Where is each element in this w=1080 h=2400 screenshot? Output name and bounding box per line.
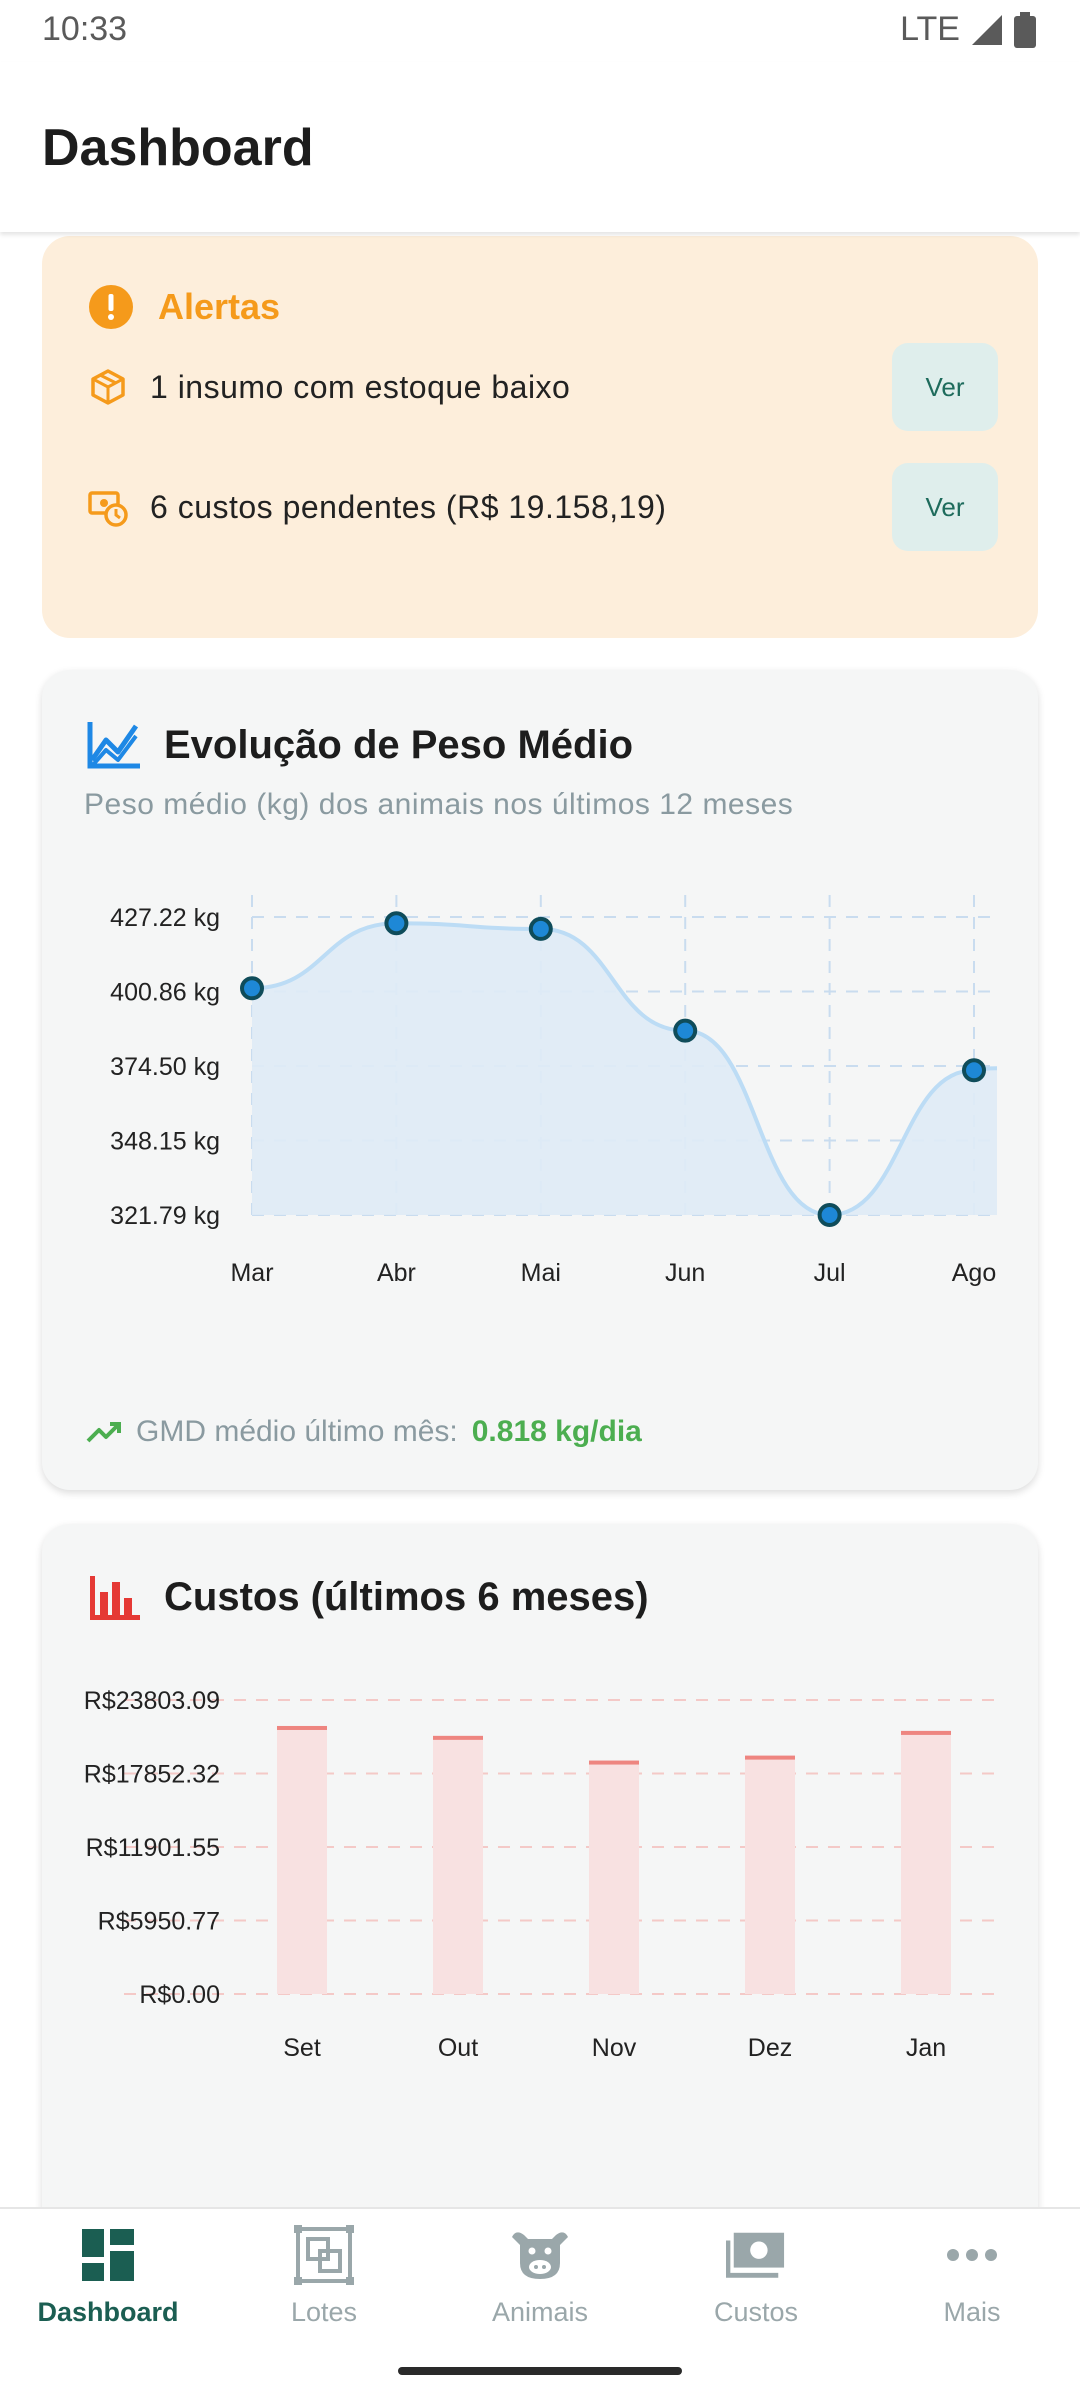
- alert-circle-icon: [89, 285, 133, 329]
- costs-card-title: Custos (últimos 6 meses): [164, 1574, 649, 1619]
- gmd-value: 0.818 kg/dia: [471, 1415, 642, 1448]
- bar: [433, 1735, 483, 1994]
- weight-evolution-card: Evolução de Peso Médio Peso médio (kg) d…: [42, 670, 1038, 1490]
- nav-dashboard[interactable]: Dashboard: [0, 2225, 216, 2365]
- view-low-stock-button[interactable]: Ver: [892, 343, 998, 431]
- bar-top: [745, 1755, 795, 1760]
- page-title: Dashboard: [42, 119, 314, 177]
- y-tick-label: 321.79 kg: [110, 1202, 220, 1230]
- y-tick-label: R$11901.55: [86, 1834, 220, 1862]
- weight-card-title: Evolução de Peso Médio: [164, 722, 634, 767]
- signal-icon: [972, 14, 1002, 45]
- data-point: [384, 911, 409, 936]
- data-point: [962, 1058, 986, 1083]
- nav-mais[interactable]: Mais: [864, 2225, 1080, 2365]
- status-icons: LTE: [900, 10, 1036, 49]
- bar: [745, 1755, 795, 1994]
- dashboard-icon: [78, 2225, 138, 2285]
- x-tick-label: Jan: [906, 2034, 946, 2062]
- costs-chart: R$23803.09 R$17852.32 R$11901.55 R$5950.77 R…: [84, 1687, 997, 2062]
- lots-icon: [294, 2225, 354, 2285]
- y-tick-label: R$5950.77: [98, 1908, 220, 1936]
- network-type: LTE: [900, 10, 960, 48]
- x-tick-label: Mar: [230, 1259, 273, 1287]
- nav-label: Lotes: [290, 2297, 358, 2327]
- view-pending-costs-button[interactable]: Ver: [892, 463, 998, 551]
- package-icon: [91, 369, 125, 405]
- nav-label: Animais: [491, 2297, 589, 2327]
- more-icon: [942, 2225, 1002, 2285]
- nav-label: Dashboard: [37, 2297, 179, 2327]
- y-tick-label: 348.15 kg: [110, 1128, 220, 1156]
- y-tick-label: R$23803.09: [84, 1687, 220, 1715]
- gmd-row: GMD médio último mês: 0.818 kg/dia: [86, 1415, 642, 1449]
- status-bar: 10:33 LTE: [0, 0, 1080, 62]
- nav-animais[interactable]: Animais: [432, 2225, 648, 2365]
- x-tick-label: Jun: [665, 1259, 705, 1287]
- alert-item-pending-costs: 6 custos pendentes (R$ 19.158,19) Ver: [88, 462, 998, 552]
- nav-custos[interactable]: Custos: [648, 2225, 864, 2365]
- alert-text: 6 custos pendentes (R$ 19.158,19): [150, 488, 667, 525]
- bar: [277, 1725, 327, 1994]
- alerts-card: Alertas 1 insumo com estoque baixo Ver 6…: [42, 236, 1038, 638]
- gmd-label: GMD médio último mês:: [136, 1415, 458, 1448]
- x-tick-label: Abr: [377, 1259, 416, 1287]
- battery-icon: [1014, 11, 1036, 48]
- x-tick-label: Ago: [952, 1259, 996, 1287]
- cow-icon: [510, 2225, 570, 2285]
- y-tick-label: R$17852.32: [84, 1761, 220, 1789]
- home-indicator: [398, 2367, 682, 2375]
- x-tick-label: Mai: [521, 1259, 561, 1287]
- bar-top: [901, 1730, 951, 1735]
- x-tick-label: Out: [438, 2034, 478, 2062]
- bar-top: [433, 1735, 483, 1740]
- bar-top: [277, 1725, 327, 1730]
- nav-lotes[interactable]: Lotes: [216, 2225, 432, 2365]
- x-tick-label: Dez: [748, 2034, 792, 2062]
- x-tick-label: Nov: [592, 2034, 637, 2062]
- weight-card-header: Evolução de Peso Médio: [86, 720, 633, 770]
- alert-text: 1 insumo com estoque baixo: [150, 368, 571, 405]
- money-icon: [726, 2225, 786, 2285]
- bar-top: [589, 1760, 639, 1765]
- y-tick-label: 374.50 kg: [110, 1053, 220, 1081]
- dashboard-content[interactable]: Alertas 1 insumo com estoque baixo Ver 6…: [0, 232, 1080, 2207]
- data-point: [240, 976, 264, 1001]
- data-point: [817, 1203, 842, 1227]
- y-tick-label: 400.86 kg: [110, 979, 220, 1007]
- status-time: 10:33: [42, 10, 128, 48]
- pending-payment-icon: [88, 491, 128, 527]
- bar: [589, 1760, 639, 1994]
- bar: [901, 1730, 951, 1994]
- alert-item-low-stock: 1 insumo com estoque baixo Ver: [88, 342, 998, 432]
- y-tick-label: R$0.00: [139, 1981, 220, 2009]
- trending-up-icon: [86, 1422, 121, 1443]
- alerts-title: Alertas: [158, 286, 281, 327]
- app-bar: Dashboard: [0, 62, 1080, 232]
- x-tick-label: Set: [283, 2034, 321, 2062]
- line-chart-icon: [87, 722, 140, 769]
- y-tick-label: 427.22 kg: [110, 904, 220, 932]
- weight-card-subtitle: Peso médio (kg) dos animais nos últimos …: [84, 788, 794, 821]
- costs-card: Custos (últimos 6 meses) R$23803.09 R$178…: [42, 1524, 1038, 2207]
- x-tick-label: Jul: [814, 1259, 846, 1287]
- nav-label: Custos: [713, 2297, 799, 2327]
- alerts-header: Alertas: [88, 284, 280, 330]
- costs-card-header: Custos (últimos 6 meses): [86, 1572, 649, 1622]
- bar-chart-icon: [90, 1576, 140, 1620]
- weight-chart: 427.22 kg 400.86 kg 374.50 kg 348.15 kg 321.…: [110, 895, 998, 1287]
- data-point: [673, 1018, 698, 1043]
- data-point: [528, 916, 553, 941]
- nav-label: Mais: [943, 2297, 1001, 2327]
